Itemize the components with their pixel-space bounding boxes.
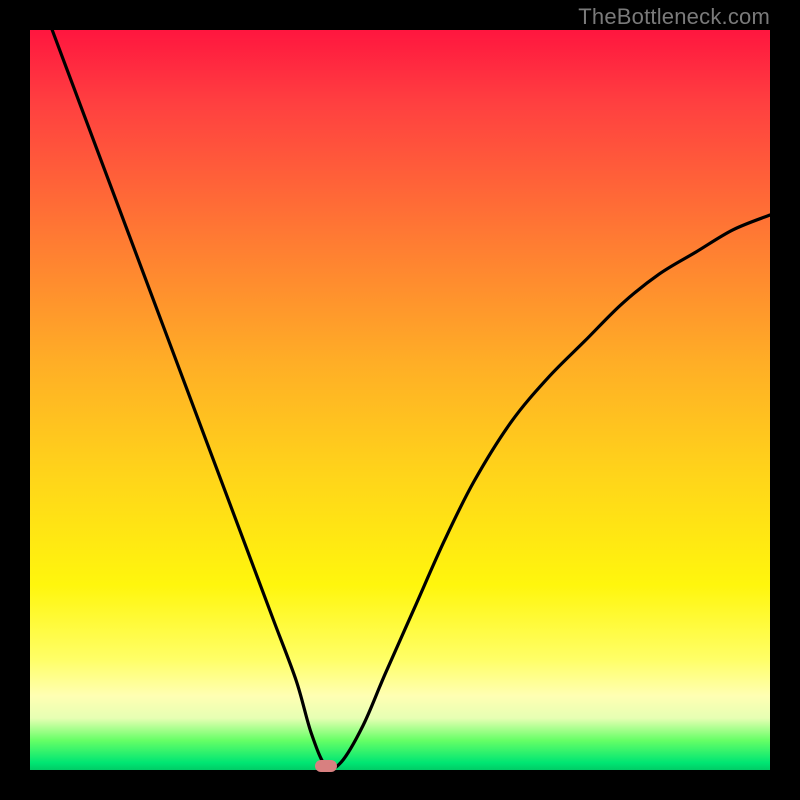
chart-frame: TheBottleneck.com [0, 0, 800, 800]
bottleneck-curve [30, 30, 770, 770]
watermark-text: TheBottleneck.com [578, 4, 770, 30]
plot-area [30, 30, 770, 770]
optimal-point-marker [315, 760, 337, 772]
